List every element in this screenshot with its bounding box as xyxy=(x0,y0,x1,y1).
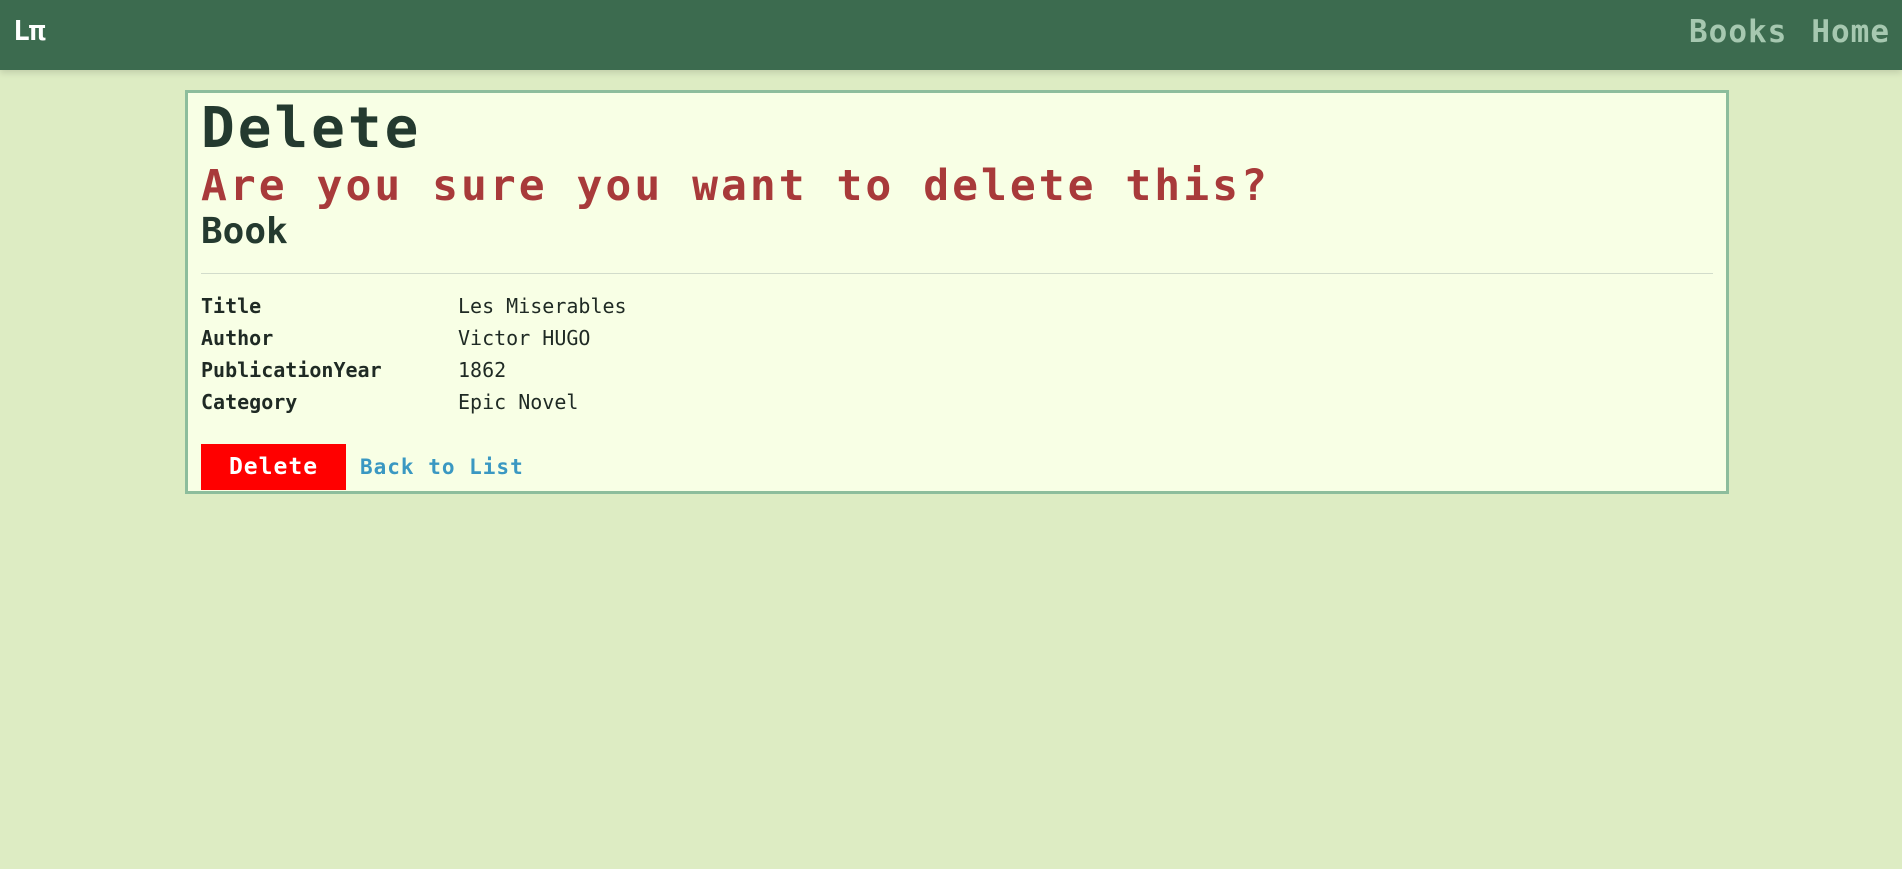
detail-value-category: Epic Novel xyxy=(458,390,579,414)
details-list: Title Les Miserables Author Victor HUGO … xyxy=(201,290,1713,418)
detail-label-category: Category xyxy=(201,390,298,414)
navbar: Lπ Books Home xyxy=(0,0,1902,70)
nav-link-books[interactable]: Books xyxy=(1689,14,1787,50)
detail-label-title: Title xyxy=(201,294,262,318)
detail-value-author: Victor HUGO xyxy=(458,326,591,350)
divider xyxy=(201,273,1713,274)
detail-label-publication-year: PublicationYear xyxy=(201,358,382,382)
nav-link-home[interactable]: Home xyxy=(1811,14,1890,50)
page-title: Delete xyxy=(201,96,422,161)
nav-links: Books Home xyxy=(1689,14,1890,50)
detail-label-author: Author xyxy=(201,326,274,350)
entity-title: Book xyxy=(201,211,288,252)
back-to-list-link[interactable]: Back to List xyxy=(360,455,524,479)
delete-card: Delete Are you sure you want to delete t… xyxy=(185,90,1729,494)
confirm-message: Are you sure you want to delete this? xyxy=(201,161,1270,211)
form-actions: Delete Back to List xyxy=(201,444,1713,490)
detail-value-publication-year: 1862 xyxy=(458,358,507,382)
brand-logo[interactable]: Lπ xyxy=(13,14,46,47)
delete-button[interactable]: Delete xyxy=(201,444,346,490)
detail-value-title: Les Miserables xyxy=(458,294,627,318)
